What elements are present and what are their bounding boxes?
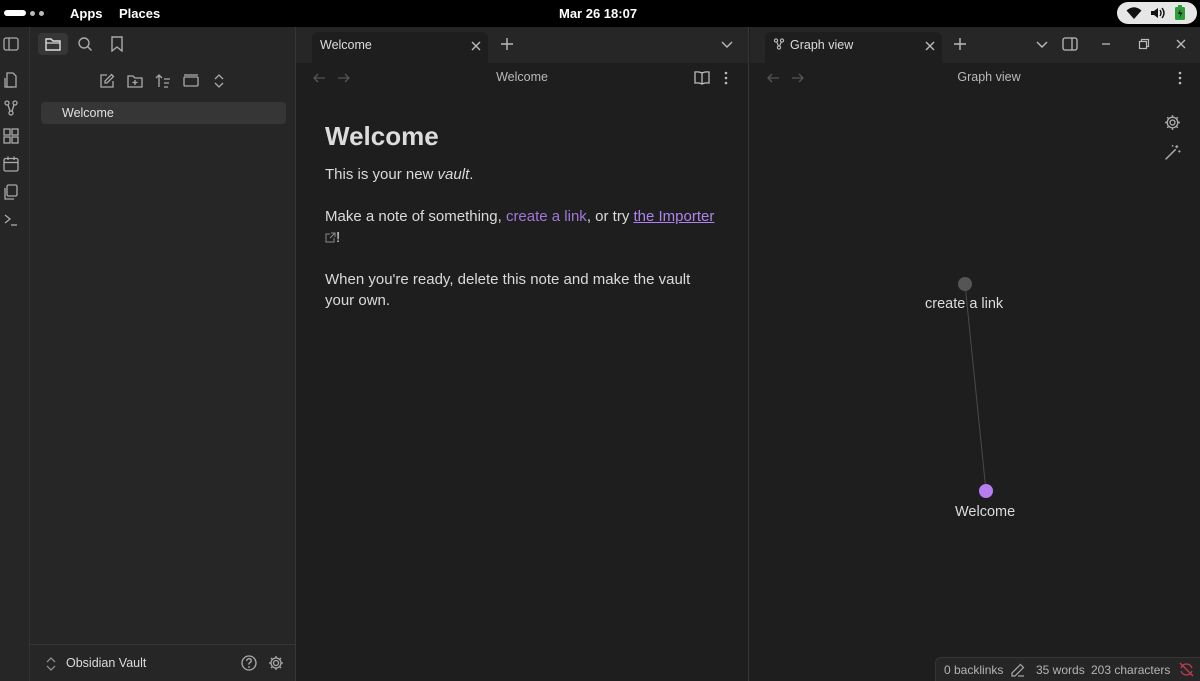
view-title[interactable]: Welcome xyxy=(296,70,748,84)
templates-icon[interactable] xyxy=(3,184,19,200)
graph-view-icon[interactable] xyxy=(3,100,19,116)
vault-name[interactable]: Obsidian Vault xyxy=(66,656,146,670)
volume-icon xyxy=(1151,7,1165,19)
vault-switcher-bar: Obsidian Vault xyxy=(30,644,296,681)
note-view-header: Welcome xyxy=(296,63,748,93)
text: . xyxy=(469,166,474,183)
tab-list-chevron-icon[interactable] xyxy=(720,37,734,51)
edit-mode-pencil-icon[interactable] xyxy=(1011,663,1025,677)
tab-bookmarks[interactable] xyxy=(102,33,132,55)
toggle-sidebar-icon[interactable] xyxy=(3,36,19,52)
auto-reveal-button[interactable] xyxy=(181,71,201,91)
bookmark-icon xyxy=(111,36,123,52)
note-content[interactable]: Welcome This is your new vault. Make a n… xyxy=(325,119,715,332)
graph-node-label: Welcome xyxy=(955,504,1016,520)
graph-node-label: create a link xyxy=(925,296,1004,312)
new-tab-icon[interactable] xyxy=(500,37,514,51)
internal-link-create-a-link[interactable]: create a link xyxy=(506,208,587,225)
collapse-all-button[interactable] xyxy=(209,71,229,91)
file-item-welcome[interactable]: Welcome xyxy=(41,102,286,124)
tab-search[interactable] xyxy=(70,33,100,55)
command-palette-icon[interactable] xyxy=(3,212,19,228)
graph-canvas[interactable] xyxy=(750,27,1200,681)
system-top-bar: Apps Places Mar 26 18:07 xyxy=(0,0,1200,27)
text: , or try xyxy=(586,208,634,225)
clock[interactable]: Mar 26 18:07 xyxy=(559,6,637,21)
canvas-icon[interactable] xyxy=(3,128,19,144)
places-menu[interactable]: Places xyxy=(119,6,160,21)
workspace-dot xyxy=(30,10,35,16)
new-note-button[interactable] xyxy=(97,71,117,91)
workspace-dot xyxy=(39,10,44,16)
note-paragraph: When you're ready, delete this note and … xyxy=(325,271,691,309)
text: ! xyxy=(336,229,341,246)
text: This is your new xyxy=(325,166,438,183)
external-link-icon xyxy=(325,232,336,243)
active-workspace-pill xyxy=(4,10,26,16)
search-icon xyxy=(78,37,92,51)
note-paragraph: Make a note of something, create a link,… xyxy=(325,206,715,248)
system-tray[interactable] xyxy=(1117,2,1197,24)
graph-node-welcome[interactable] xyxy=(979,484,993,498)
new-folder-icon xyxy=(127,75,143,88)
tab-file-explorer[interactable] xyxy=(38,33,68,55)
link-text: the Importer xyxy=(633,208,715,225)
graph-node-create-a-link[interactable] xyxy=(958,277,972,291)
settings-gear-icon[interactable] xyxy=(268,655,284,671)
tab-label: Welcome xyxy=(320,38,372,52)
help-icon[interactable] xyxy=(241,655,257,671)
sync-disabled-icon[interactable] xyxy=(1179,662,1194,677)
workspace-indicator[interactable] xyxy=(4,10,44,16)
sidebar-tab-bar xyxy=(30,27,296,61)
character-count: 203 characters xyxy=(1091,663,1171,677)
word-count: 35 words xyxy=(1036,663,1085,677)
calendar-icon[interactable] xyxy=(3,156,19,172)
wifi-icon xyxy=(1126,7,1142,19)
close-tab-icon[interactable] xyxy=(469,39,483,53)
chevrons-up-down-icon xyxy=(214,74,224,88)
more-options-icon[interactable] xyxy=(718,70,734,86)
graph-pane: Graph view Graph view create a link Welc… xyxy=(750,27,1200,681)
emphasis-text: vault xyxy=(437,166,470,183)
folder-icon xyxy=(45,38,61,51)
new-note-icon xyxy=(100,73,115,88)
note-heading: Welcome xyxy=(325,121,439,151)
reading-view-book-icon[interactable] xyxy=(694,70,710,86)
ribbon xyxy=(0,27,30,681)
backlinks-count[interactable]: 0 backlinks xyxy=(944,663,1003,677)
tab-welcome[interactable]: Welcome xyxy=(312,32,488,63)
note-pane: Welcome Welcome Welcome This is your new… xyxy=(296,27,749,681)
reveal-file-icon xyxy=(183,74,199,87)
file-explorer-actions xyxy=(30,71,296,93)
battery-icon xyxy=(1175,5,1185,20)
status-bar: 0 backlinks 35 words 203 characters xyxy=(935,657,1200,681)
new-folder-button[interactable] xyxy=(125,71,145,91)
text: Make a note of something, xyxy=(325,208,506,225)
file-explorer-sidebar: Welcome Obsidian Vault xyxy=(30,27,296,681)
sort-order-button[interactable] xyxy=(153,71,173,91)
apps-menu[interactable]: Apps xyxy=(70,6,103,21)
sort-icon xyxy=(155,74,170,88)
note-tab-strip: Welcome xyxy=(296,27,748,63)
note-paragraph: This is your new vault. xyxy=(325,164,715,185)
graph-edge xyxy=(964,283,987,492)
open-quick-switcher-icon[interactable] xyxy=(3,72,19,88)
chevrons-up-down-icon[interactable] xyxy=(46,657,56,671)
